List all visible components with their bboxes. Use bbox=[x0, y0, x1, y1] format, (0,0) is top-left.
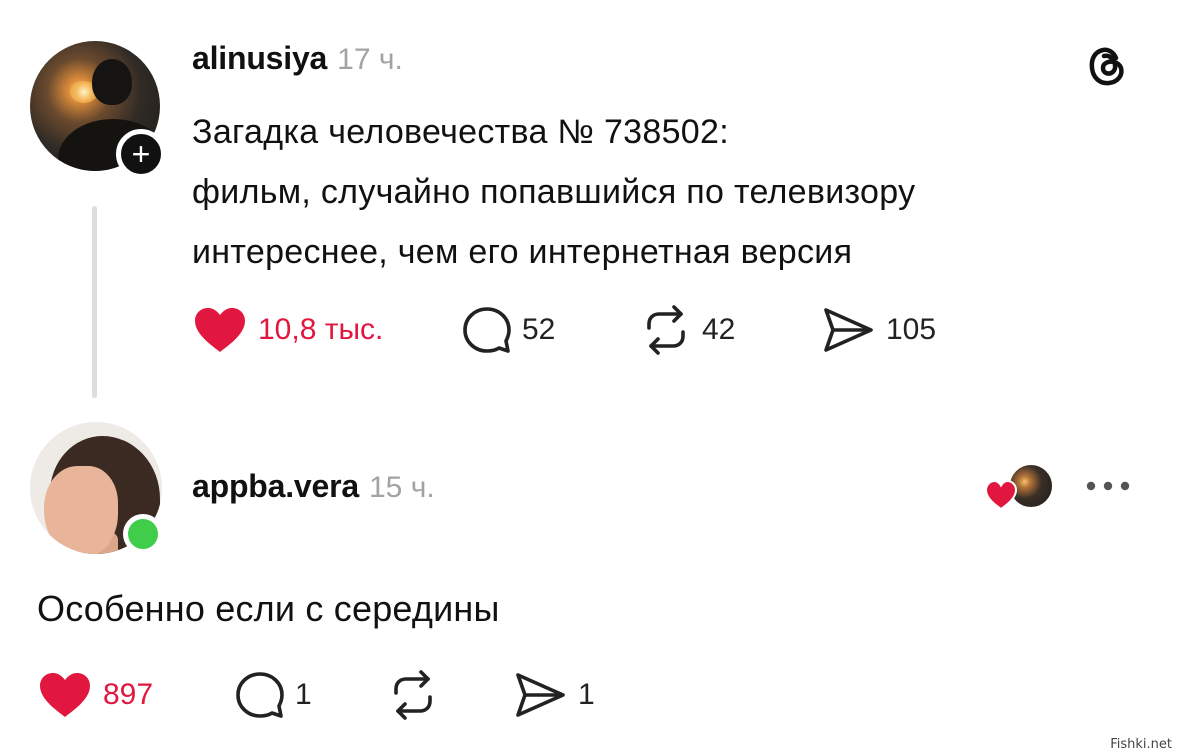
share-send-icon bbox=[824, 308, 873, 352]
thread-connector-line bbox=[92, 206, 97, 398]
reply-count: 52 bbox=[522, 313, 556, 346]
watermark: Fishki.net bbox=[1110, 737, 1172, 752]
repost-button[interactable] bbox=[387, 669, 512, 721]
like-count: 897 bbox=[103, 678, 154, 711]
post-timestamp: 17 ч. bbox=[337, 43, 403, 76]
post-username[interactable]: alinusiya bbox=[192, 40, 327, 77]
reply-count: 1 bbox=[295, 678, 312, 711]
share-button[interactable]: 1 bbox=[512, 670, 595, 720]
liked-by-author-indicator bbox=[984, 463, 1056, 513]
avatar-photo-face bbox=[44, 466, 118, 554]
share-count: 105 bbox=[886, 313, 937, 346]
post-text-line: фильм, случайно попавшийся по телевизору bbox=[192, 173, 916, 211]
plus-icon: + bbox=[131, 136, 151, 172]
share-button[interactable]: 105 bbox=[820, 305, 936, 355]
follow-plus-button[interactable]: + bbox=[116, 129, 166, 179]
reply-timestamp: 15 ч. bbox=[368, 471, 435, 504]
reply-bubble-icon bbox=[463, 307, 511, 353]
online-status-dot bbox=[123, 514, 163, 554]
post-actions: 10,8 тыс. 52 42 105 bbox=[192, 302, 936, 358]
reply-button[interactable]: 52 bbox=[462, 305, 640, 355]
heart-icon bbox=[984, 479, 1018, 511]
post-header: alinusiya 17 ч. bbox=[192, 40, 403, 77]
post-body: Загадка человечества № 738502: фильм, сл… bbox=[192, 102, 1072, 282]
post-text-line: Загадка человечества № 738502: bbox=[192, 113, 729, 151]
like-count: 10,8 тыс. bbox=[258, 313, 384, 346]
repost-count: 42 bbox=[702, 313, 736, 346]
repost-icon bbox=[647, 305, 685, 355]
threads-logo-icon[interactable] bbox=[1081, 40, 1133, 92]
reply-bubble-icon bbox=[236, 672, 284, 718]
share-send-icon bbox=[516, 673, 565, 717]
repost-button[interactable]: 42 bbox=[640, 304, 820, 356]
like-button[interactable]: 897 bbox=[37, 670, 235, 720]
heart-icon bbox=[40, 673, 90, 717]
reply-header: appba.vera 15 ч. bbox=[192, 468, 435, 505]
reply-username[interactable]: appba.vera bbox=[192, 468, 359, 505]
like-button[interactable]: 10,8 тыс. bbox=[192, 305, 462, 355]
reply-actions: 897 1 1 bbox=[37, 667, 595, 723]
reply-button[interactable]: 1 bbox=[235, 670, 387, 720]
post-text-line: интереснее, чем его интернетная версия bbox=[192, 233, 853, 271]
share-count: 1 bbox=[578, 678, 595, 711]
heart-icon bbox=[195, 308, 245, 352]
more-dots-icon[interactable] bbox=[1083, 474, 1133, 498]
repost-icon bbox=[394, 670, 432, 720]
reply-body: Особенно если с середины bbox=[37, 588, 500, 629]
